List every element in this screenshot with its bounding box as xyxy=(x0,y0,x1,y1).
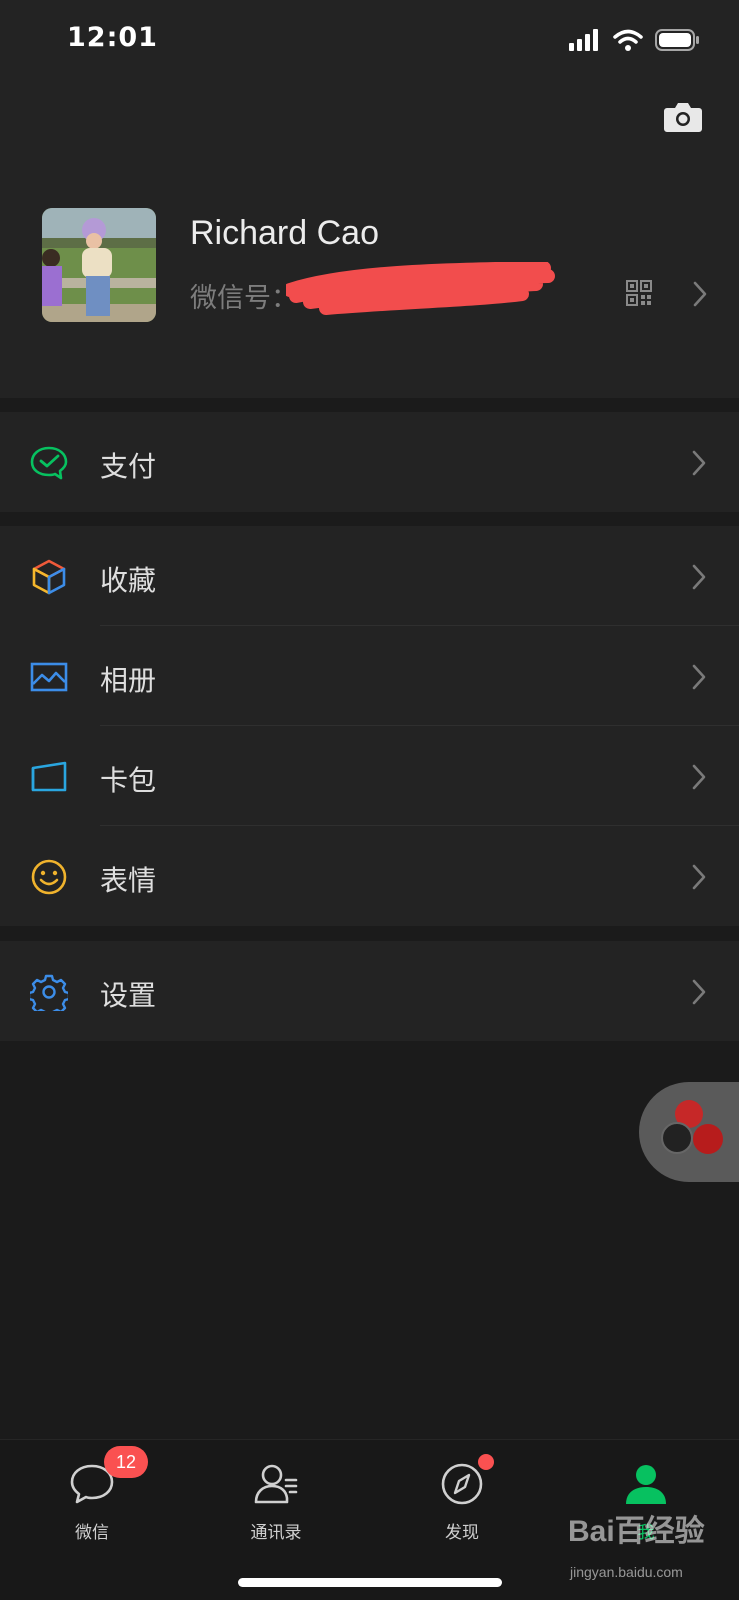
tab-chats[interactable]: 12 微信 xyxy=(32,1440,152,1560)
menu-item-label: 支付 xyxy=(100,450,157,483)
floating-window-bubble[interactable] xyxy=(639,1082,739,1182)
chevron-right-icon xyxy=(693,281,707,307)
menu-item-label: 相册 xyxy=(100,664,157,697)
cellular-signal-icon xyxy=(569,29,598,51)
menu-group-settings: 设置 xyxy=(0,941,739,1041)
status-time: 12:01 xyxy=(67,22,158,53)
floating-avatar xyxy=(661,1122,693,1154)
chevron-right-icon xyxy=(692,864,706,890)
menu-group-services: 收藏 相册 卡包 表情 xyxy=(0,526,739,926)
menu-item-pay[interactable]: 支付 xyxy=(0,412,739,512)
tab-label: 发现 xyxy=(445,1523,479,1543)
new-content-dot xyxy=(478,1454,494,1470)
me-person-icon xyxy=(626,1465,666,1504)
qr-code-icon[interactable] xyxy=(626,280,652,306)
settings-gear-icon xyxy=(30,974,68,1011)
compass-icon xyxy=(441,1463,483,1505)
avatar[interactable] xyxy=(42,208,156,322)
status-bar: 12:01 xyxy=(0,0,739,80)
menu-item-label: 设置 xyxy=(100,979,157,1012)
album-picture-icon xyxy=(30,662,68,692)
wechat-pay-icon xyxy=(30,446,68,480)
contacts-icon xyxy=(254,1464,298,1504)
tab-contacts[interactable]: 通讯录 xyxy=(216,1440,336,1560)
watermark-url: jingyan.baidu.com xyxy=(570,1564,683,1580)
wifi-icon xyxy=(613,29,643,51)
home-indicator[interactable] xyxy=(238,1578,502,1587)
chevron-right-icon xyxy=(692,450,706,476)
floating-avatar xyxy=(693,1124,723,1154)
menu-item-album[interactable]: 相册 xyxy=(0,626,739,726)
chevron-right-icon xyxy=(692,564,706,590)
favorites-cube-icon xyxy=(32,559,66,595)
redaction-scribble xyxy=(286,262,555,315)
menu-item-label: 卡包 xyxy=(100,764,157,797)
watermark-logo: Bai百经验 xyxy=(568,1515,705,1548)
tab-discover[interactable]: 发现 xyxy=(402,1440,522,1560)
tab-label: 通讯录 xyxy=(250,1523,302,1543)
menu-item-settings[interactable]: 设置 xyxy=(0,941,739,1041)
camera-icon[interactable] xyxy=(663,98,703,134)
wechat-id-label: 微信号： xyxy=(190,283,298,314)
card-wallet-icon xyxy=(31,761,67,792)
menu-item-label: 收藏 xyxy=(100,564,157,597)
menu-group-pay: 支付 xyxy=(0,412,739,512)
watermark: Bai百经验 jingyan.baidu.com xyxy=(568,1506,728,1590)
battery-icon xyxy=(655,29,699,51)
profile-name: Richard Cao xyxy=(190,214,379,252)
chevron-right-icon xyxy=(692,979,706,1005)
unread-badge: 12 xyxy=(104,1446,148,1478)
menu-item-label: 表情 xyxy=(100,864,157,897)
chevron-right-icon xyxy=(692,664,706,690)
chevron-right-icon xyxy=(692,764,706,790)
menu-item-stickers[interactable]: 表情 xyxy=(0,826,739,926)
tab-label: 微信 xyxy=(75,1523,109,1543)
menu-item-favorites[interactable]: 收藏 xyxy=(0,526,739,626)
status-icons xyxy=(569,27,701,53)
sticker-smile-icon xyxy=(31,859,67,895)
menu-item-cards[interactable]: 卡包 xyxy=(0,726,739,826)
